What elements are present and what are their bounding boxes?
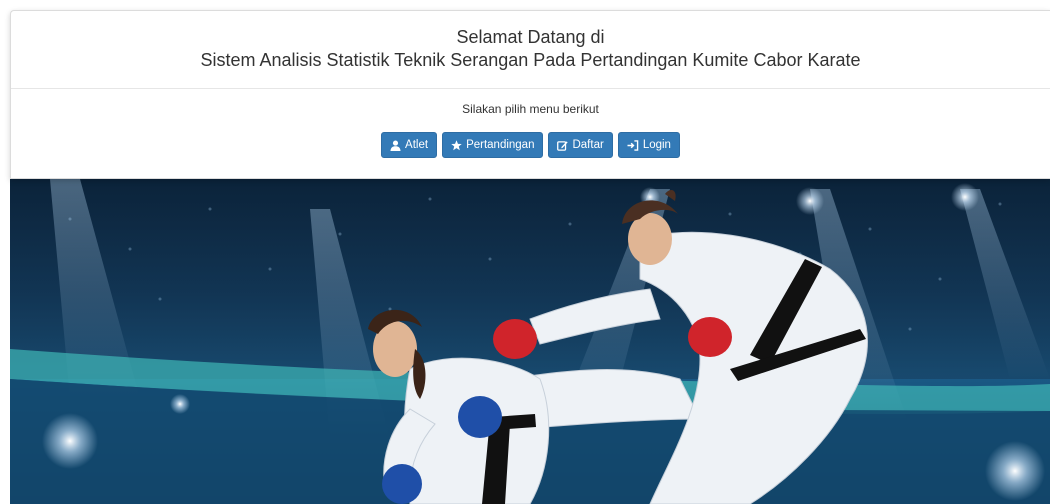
user-icon — [390, 140, 401, 151]
menu-section: Silakan pilih menu berikut Atlet Pertand… — [11, 89, 1050, 158]
welcome-header: Selamat Datang di Sistem Analisis Statis… — [11, 11, 1050, 89]
pertandingan-button[interactable]: Pertandingan — [442, 132, 544, 158]
atlet-button[interactable]: Atlet — [381, 132, 438, 158]
login-button-label: Login — [642, 139, 671, 151]
star-icon — [451, 139, 462, 151]
daftar-button-label: Daftar — [572, 139, 604, 151]
welcome-panel: Selamat Datang di Sistem Analisis Statis… — [10, 10, 1050, 179]
daftar-button[interactable]: Daftar — [548, 132, 613, 158]
atlet-button-label: Atlet — [405, 139, 429, 151]
edit-icon — [557, 140, 569, 151]
menu-button-group: Atlet Pertandingan Daftar Login — [11, 132, 1050, 158]
karate-scene-illustration — [10, 179, 1050, 504]
pertandingan-button-label: Pertandingan — [466, 139, 535, 151]
hero-banner-image — [10, 179, 1050, 504]
menu-instruction: Silakan pilih menu berikut — [462, 102, 599, 116]
welcome-title: Selamat Datang di — [456, 27, 605, 47]
login-icon — [627, 139, 639, 151]
login-button[interactable]: Login — [617, 132, 680, 158]
system-title: Sistem Analisis Statistik Teknik Seranga… — [200, 50, 861, 70]
page: Selamat Datang di Sistem Analisis Statis… — [0, 0, 1050, 504]
